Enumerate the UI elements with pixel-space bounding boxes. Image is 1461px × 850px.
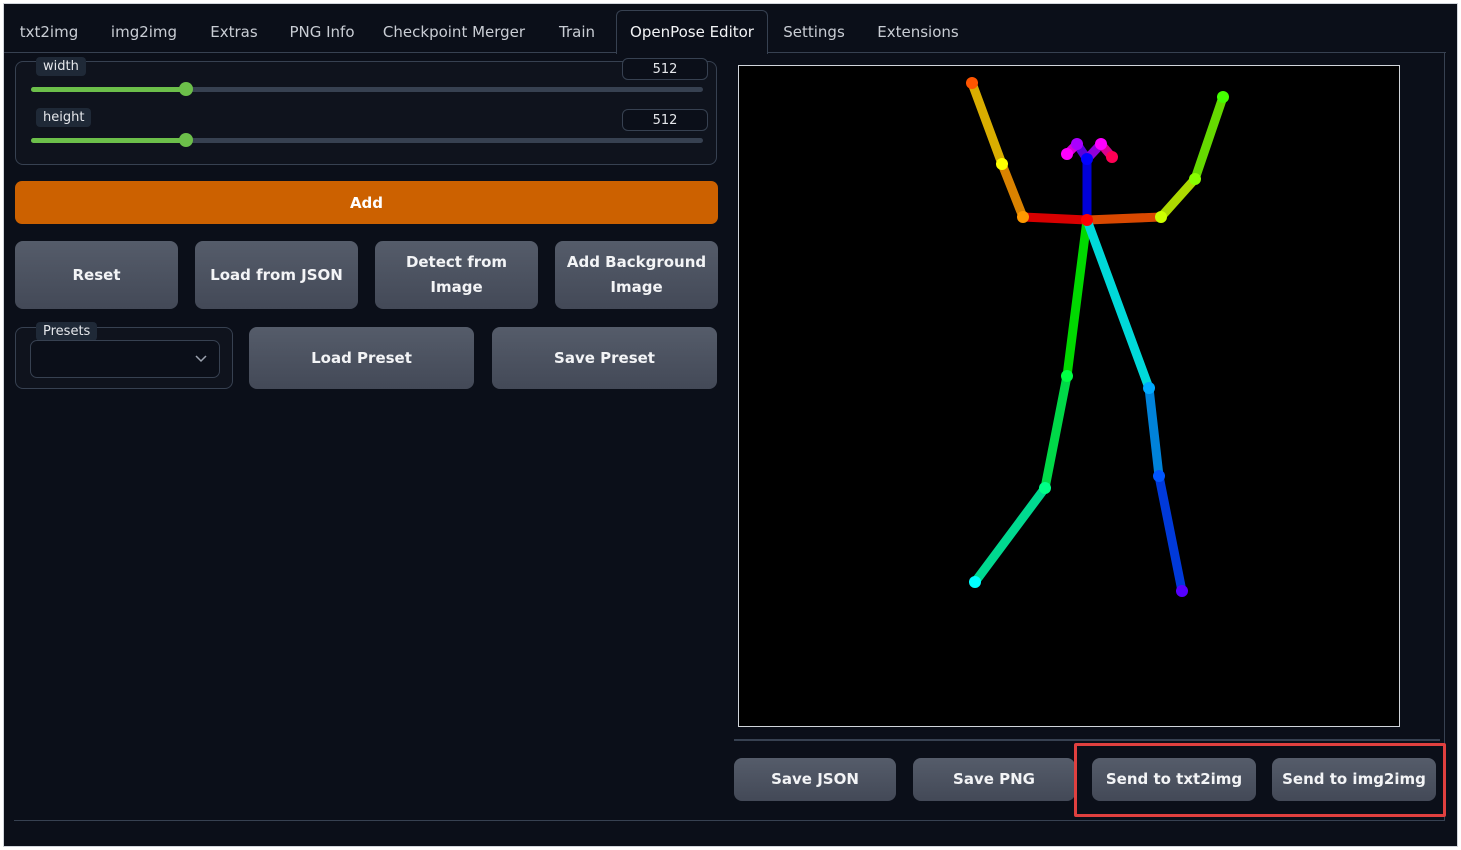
height-label: height	[36, 108, 92, 127]
tab-checkpoint-merger[interactable]: Checkpoint Merger	[380, 12, 528, 52]
size-sliders-panel: width 512 height 512	[15, 57, 717, 165]
send-to-img2img-button[interactable]: Send to img2img	[1272, 758, 1436, 801]
add-button[interactable]: Add	[15, 181, 718, 224]
limb-left-hip	[1082, 215, 1154, 393]
tab-txt2img[interactable]: txt2img	[14, 12, 84, 52]
panel-border	[1444, 52, 1445, 821]
detect-label-line2: Image	[430, 278, 483, 296]
load-from-json-label: Load from JSON	[210, 265, 343, 284]
width-slider[interactable]	[31, 82, 703, 96]
limb-left-shin	[1154, 471, 1187, 596]
add-bg-label-line2: Image	[610, 278, 663, 296]
load-preset-button[interactable]: Load Preset	[249, 327, 474, 389]
keypoint-left-knee	[1153, 470, 1165, 482]
add-bg-label-line1: Add Background	[566, 253, 707, 271]
presets-label: Presets	[36, 322, 98, 341]
chevron-down-icon	[195, 355, 207, 363]
limb-left-forearm	[1190, 92, 1228, 184]
keypoint-neck	[1081, 214, 1093, 226]
output-divider	[734, 739, 1440, 741]
limb-left-upper-arm	[1156, 174, 1200, 222]
openpose-canvas[interactable]	[738, 65, 1400, 727]
app-window: txt2img img2img Extras PNG Info Checkpoi…	[3, 3, 1458, 847]
height-slider-thumb[interactable]	[179, 133, 193, 147]
reset-button-label: Reset	[72, 265, 121, 284]
width-number-input[interactable]: 512	[622, 58, 708, 80]
keypoint-right-knee	[1039, 482, 1051, 494]
presets-panel: Presets	[15, 322, 233, 389]
limb-right-upper-arm	[997, 159, 1028, 222]
tab-openpose-editor[interactable]: OpenPose Editor	[616, 10, 768, 54]
height-number-input[interactable]: 512	[622, 109, 708, 131]
load-from-json-button[interactable]: Load from JSON	[195, 241, 358, 309]
limb-neck-right-shoulder	[1018, 212, 1092, 225]
tab-extensions[interactable]: Extensions	[870, 12, 966, 52]
width-label: width	[36, 57, 86, 76]
keypoint-right-ankle	[969, 576, 981, 588]
save-preset-label: Save Preset	[554, 348, 655, 367]
tab-extras[interactable]: Extras	[204, 12, 264, 52]
send-to-txt2img-label: Send to txt2img	[1105, 770, 1243, 788]
keypoint-left-shoulder	[1155, 211, 1167, 223]
keypoint-left-hip	[1143, 382, 1155, 394]
detect-label-line1: Detect from	[405, 253, 508, 271]
send-to-img2img-label: Send to img2img	[1282, 770, 1426, 788]
pose-skeleton[interactable]	[739, 66, 1399, 726]
tab-train[interactable]: Train	[550, 12, 604, 52]
save-json-button[interactable]: Save JSON	[734, 758, 896, 801]
tab-settings[interactable]: Settings	[778, 12, 850, 52]
save-png-label: Save PNG	[953, 770, 1035, 788]
save-preset-button[interactable]: Save Preset	[492, 327, 717, 389]
save-png-button[interactable]: Save PNG	[913, 758, 1075, 801]
limb-right-thigh	[1040, 371, 1072, 493]
detect-from-image-button[interactable]: Detect from Image	[375, 241, 538, 309]
keypoint-left-elbow	[1189, 173, 1201, 185]
keypoint-left-ankle	[1176, 585, 1188, 597]
tab-bar: txt2img img2img Extras PNG Info Checkpoi…	[4, 4, 1449, 54]
keypoint-right-hip	[1061, 370, 1073, 382]
width-slider-fill	[31, 87, 186, 92]
send-to-txt2img-button[interactable]: Send to txt2img	[1092, 758, 1256, 801]
tab-png-info[interactable]: PNG Info	[282, 12, 362, 52]
panel-border-bottom	[14, 820, 1445, 821]
keypoint-left-wrist	[1217, 91, 1229, 103]
presets-dropdown[interactable]	[30, 340, 220, 378]
keypoint-right-wrist	[966, 77, 978, 89]
limb-right-shin	[970, 483, 1050, 587]
limb-left-thigh	[1144, 383, 1164, 481]
limb-right-hip	[1062, 215, 1092, 381]
load-preset-label: Load Preset	[311, 348, 412, 367]
keypoint-right-eye	[1071, 138, 1083, 150]
height-slider-fill	[31, 138, 186, 143]
keypoint-nose	[1081, 153, 1093, 165]
keypoint-right-shoulder	[1017, 211, 1029, 223]
save-json-label: Save JSON	[771, 770, 859, 788]
keypoint-left-eye	[1095, 138, 1107, 150]
reset-button[interactable]: Reset	[15, 241, 178, 309]
width-slider-thumb[interactable]	[179, 82, 193, 96]
add-background-image-button[interactable]: Add Background Image	[555, 241, 718, 309]
keypoint-right-elbow	[996, 158, 1008, 170]
limb-neck-left-shoulder	[1082, 212, 1166, 225]
limb-right-forearm	[967, 78, 1007, 169]
keypoint-left-ear	[1106, 151, 1118, 163]
height-slider[interactable]	[31, 133, 703, 147]
keypoint-right-ear	[1061, 148, 1073, 160]
tab-img2img[interactable]: img2img	[102, 12, 186, 52]
